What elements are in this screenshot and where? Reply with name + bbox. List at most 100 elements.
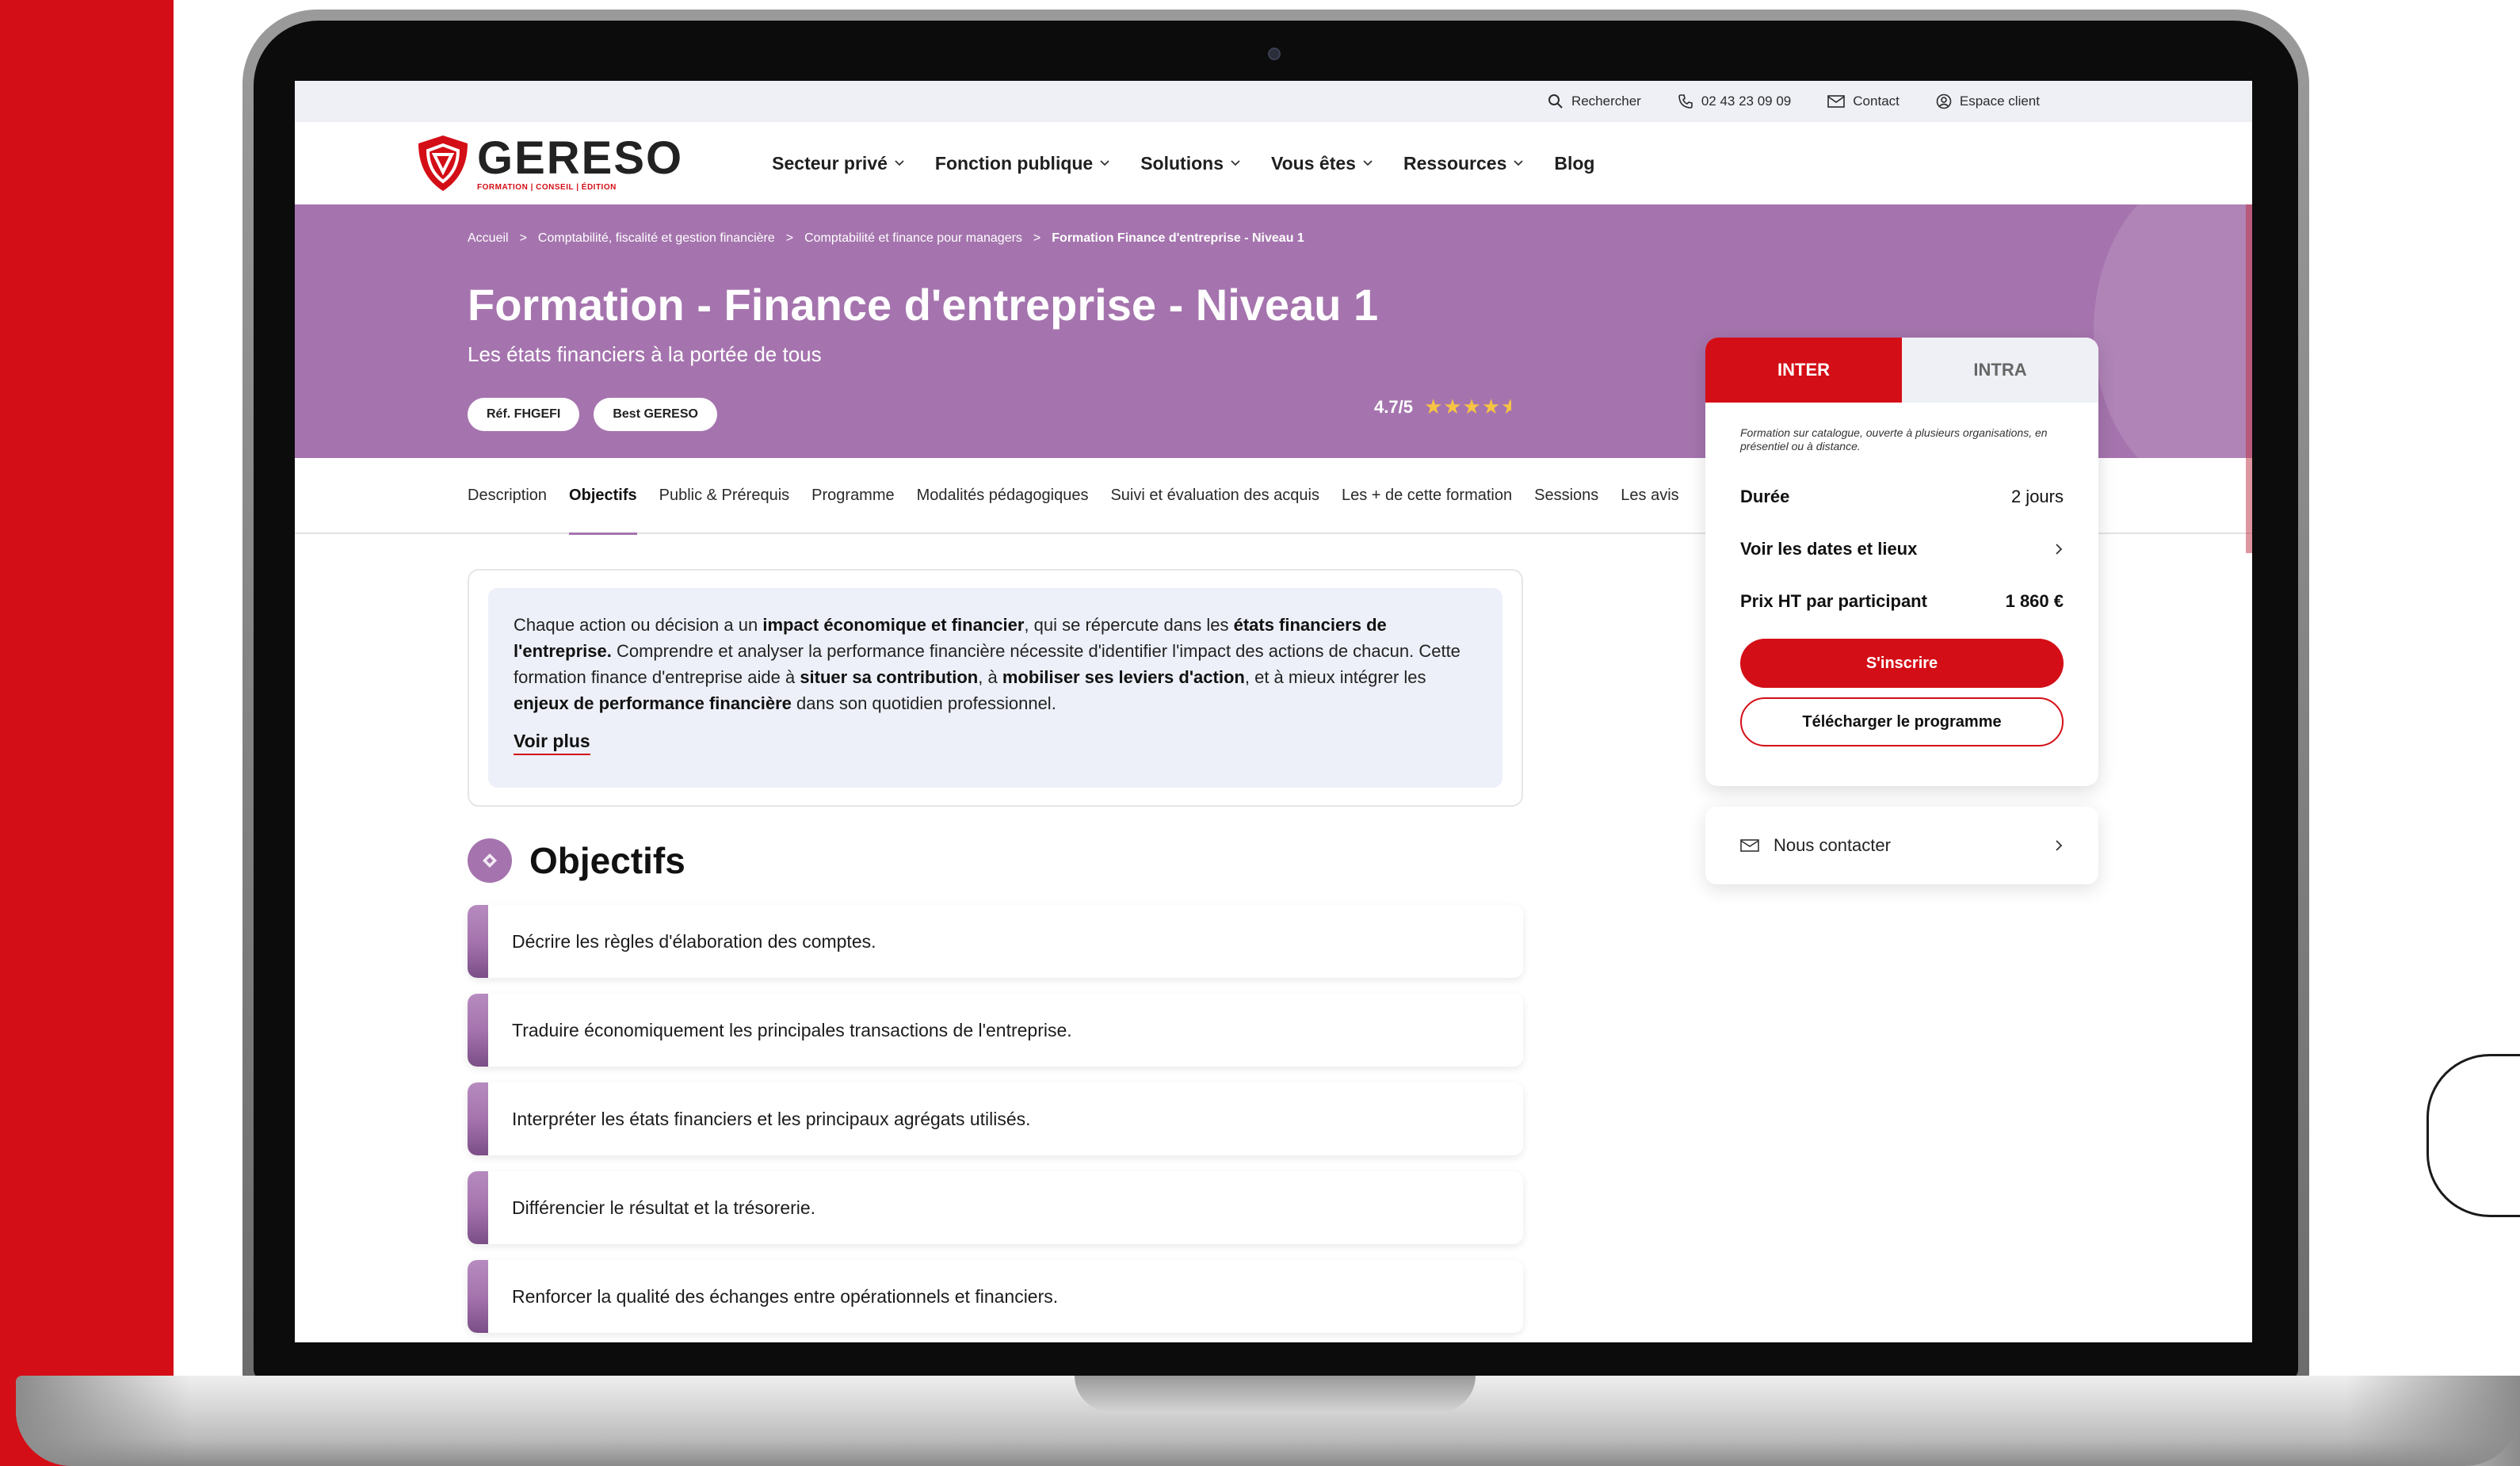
nav-item-label: Vous êtes bbox=[1271, 152, 1356, 174]
page-title: Formation - Finance d'entreprise - Nivea… bbox=[468, 280, 1379, 330]
tab-intra[interactable]: INTRA bbox=[1902, 338, 2098, 403]
contact-label: Nous contacter bbox=[1774, 835, 1891, 855]
gereso-logo[interactable]: GERESO FORMATION | CONSEIL | ÉDITION bbox=[417, 134, 683, 193]
chevron-right-icon bbox=[2056, 544, 2063, 555]
nav-item-vous-etes[interactable]: Vous êtes bbox=[1271, 153, 1373, 174]
tab-public-prerequis[interactable]: Public & Prérequis bbox=[659, 457, 790, 533]
logo-tagline: FORMATION | CONSEIL | ÉDITION bbox=[477, 182, 617, 192]
section-title: Objectifs bbox=[529, 840, 685, 881]
mail-icon bbox=[1740, 839, 1759, 852]
laptop-base-notch bbox=[1075, 1376, 1476, 1412]
utility-bar: Rechercher 02 43 23 09 09 Contact Espace… bbox=[295, 81, 2252, 122]
tab-objectifs[interactable]: Objectifs bbox=[569, 457, 637, 535]
price-value: 1 860 € bbox=[2005, 591, 2064, 611]
download-program-button[interactable]: Télécharger le programme bbox=[1740, 697, 2064, 746]
search-label: Rechercher bbox=[1571, 94, 1641, 109]
client-space-label: Espace client bbox=[1959, 94, 2040, 109]
objective-accent-bar bbox=[468, 905, 488, 978]
register-button[interactable]: S'inscrire bbox=[1740, 639, 2064, 688]
tab-avis[interactable]: Les avis bbox=[1621, 457, 1678, 533]
nav-item-ressources[interactable]: Ressources bbox=[1403, 153, 1524, 174]
tab-programme[interactable]: Programme bbox=[811, 457, 894, 533]
objectives-heading: Objectifs bbox=[468, 838, 685, 883]
laptop-base-shadow-left bbox=[16, 1376, 190, 1466]
red-background-band bbox=[0, 0, 174, 1466]
chevron-down-icon bbox=[1231, 160, 1240, 166]
objective-item: Différencier le résultat et la trésoreri… bbox=[468, 1171, 1523, 1244]
breadcrumb: Accueil > Comptabilité, fiscalité et ges… bbox=[468, 231, 1304, 246]
chevron-down-icon bbox=[895, 160, 904, 166]
contact-card[interactable]: Nous contacter bbox=[1705, 807, 2098, 884]
breadcrumb-link-managers[interactable]: Comptabilité et finance pour managers bbox=[804, 231, 1022, 246]
objective-item: Interpréter les états financiers et les … bbox=[468, 1082, 1523, 1155]
page-subtitle: Les états financiers à la portée de tous bbox=[468, 342, 822, 366]
objective-text: Renforcer la qualité des échanges entre … bbox=[512, 1285, 1059, 1307]
price-label: Prix HT par participant bbox=[1740, 591, 1927, 611]
nav-item-secteur-prive[interactable]: Secteur privé bbox=[772, 153, 905, 174]
objective-text: Interpréter les états financiers et les … bbox=[512, 1108, 1031, 1129]
nav-item-solutions[interactable]: Solutions bbox=[1140, 153, 1241, 174]
nav-item-label: Solutions bbox=[1140, 152, 1224, 174]
objective-accent-bar bbox=[468, 1171, 488, 1244]
nav-item-label: Secteur privé bbox=[772, 152, 888, 174]
scroll-edge bbox=[2246, 204, 2252, 553]
mail-icon bbox=[1827, 95, 1846, 108]
laptop-screen: Rechercher 02 43 23 09 09 Contact Espace… bbox=[295, 81, 2252, 1342]
tab-description[interactable]: Description bbox=[468, 457, 547, 533]
intro-box: Chaque action ou décision a un impact éc… bbox=[488, 588, 1502, 788]
breadcrumb-link-comptabilite[interactable]: Comptabilité, fiscalité et gestion finan… bbox=[538, 231, 775, 246]
objectives-list: Décrire les règles d'élaboration des com… bbox=[468, 905, 1523, 1342]
objective-accent-bar bbox=[468, 1260, 488, 1333]
hero-decoration bbox=[2094, 204, 2252, 458]
chevron-down-icon bbox=[1363, 160, 1373, 166]
client-space-link[interactable]: Espace client bbox=[1936, 94, 2040, 109]
star-rating-icon: ★★★★★ bbox=[1423, 395, 1512, 418]
tab-inter[interactable]: INTER bbox=[1705, 338, 1902, 403]
breadcrumb-link-accueil[interactable]: Accueil bbox=[468, 231, 509, 246]
nav-item-blog[interactable]: Blog bbox=[1554, 153, 1594, 174]
tab-sessions[interactable]: Sessions bbox=[1534, 457, 1598, 533]
tab-suivi-evaluation[interactable]: Suivi et évaluation des acquis bbox=[1110, 457, 1319, 533]
contact-label: Contact bbox=[1853, 94, 1900, 109]
main-navigation: GERESO FORMATION | CONSEIL | ÉDITION Sec… bbox=[295, 122, 2252, 204]
intro-text: Chaque action ou décision a un impact éc… bbox=[514, 615, 1460, 713]
breadcrumb-separator: > bbox=[519, 231, 527, 245]
rating-value: 4.7/5 bbox=[1374, 396, 1413, 417]
format-note: Formation sur catalogue, ouverte à plusi… bbox=[1740, 426, 2048, 452]
intro-card: Chaque action ou décision a un impact éc… bbox=[468, 569, 1523, 807]
nav-menu: Secteur privé Fonction publique Solution… bbox=[772, 153, 1594, 174]
duration-value: 2 jours bbox=[2010, 487, 2064, 506]
format-tabs: INTER INTRA bbox=[1705, 338, 2098, 403]
logo-wordmark: GERESO bbox=[477, 132, 684, 184]
user-circle-icon bbox=[1936, 94, 1952, 109]
search-link[interactable]: Rechercher bbox=[1548, 94, 1641, 109]
objective-text: Traduire économiquement les principales … bbox=[512, 1019, 1072, 1040]
voir-plus-link[interactable]: Voir plus bbox=[514, 731, 590, 755]
shield-logo-icon bbox=[418, 136, 468, 191]
duration-label: Durée bbox=[1740, 487, 1790, 506]
objective-item: Traduire économiquement les principales … bbox=[468, 994, 1523, 1067]
contact-link[interactable]: Contact bbox=[1827, 94, 1900, 109]
tab-plus-formation[interactable]: Les + de cette formation bbox=[1342, 457, 1512, 533]
breadcrumb-separator: > bbox=[1033, 231, 1041, 245]
nav-item-label: Blog bbox=[1554, 152, 1595, 174]
tab-modalites[interactable]: Modalités pédagogiques bbox=[917, 457, 1089, 533]
duration-row: Durée 2 jours bbox=[1740, 471, 2064, 523]
laptop-base-shadow-right bbox=[2346, 1376, 2520, 1466]
nav-item-fonction-publique[interactable]: Fonction publique bbox=[935, 153, 1110, 174]
objective-accent-bar bbox=[468, 994, 488, 1067]
chevron-down-icon bbox=[1514, 160, 1524, 166]
decorative-rounded-shape bbox=[2426, 1054, 2520, 1217]
objective-accent-bar bbox=[468, 1082, 488, 1155]
camera-icon bbox=[1268, 48, 1281, 60]
dates-link[interactable]: Voir les dates et lieux bbox=[1740, 523, 2064, 575]
search-icon bbox=[1548, 94, 1563, 109]
objective-text: Décrire les règles d'élaboration des com… bbox=[512, 930, 876, 952]
phone-link[interactable]: 02 43 23 09 09 bbox=[1678, 94, 1791, 109]
price-row: Prix HT par participant 1 860 € bbox=[1740, 575, 2064, 628]
chevron-right-icon bbox=[2056, 840, 2063, 851]
rating[interactable]: 4.7/5 ★★★★★ bbox=[1374, 395, 1511, 419]
badges: Réf. FHGEFI Best GERESO bbox=[468, 398, 717, 431]
nav-item-label: Fonction publique bbox=[934, 152, 1094, 174]
phone-icon bbox=[1678, 94, 1693, 109]
